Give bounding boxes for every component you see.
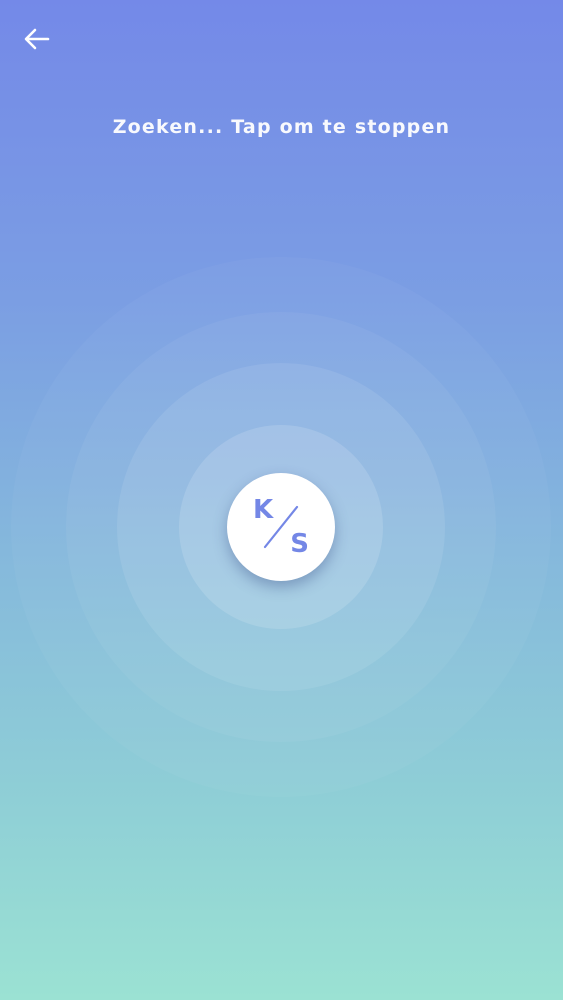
arrow-left-icon — [24, 28, 50, 50]
search-status-text[interactable]: Zoeken... Tap om te stoppen — [0, 116, 563, 138]
back-button[interactable] — [18, 20, 56, 58]
search-screen: Zoeken... Tap om te stoppen K S — [0, 0, 563, 1000]
stop-search-button[interactable]: K S — [227, 473, 335, 581]
logo-letter-s: S — [290, 529, 309, 559]
ks-logo-icon: K S — [251, 497, 311, 557]
